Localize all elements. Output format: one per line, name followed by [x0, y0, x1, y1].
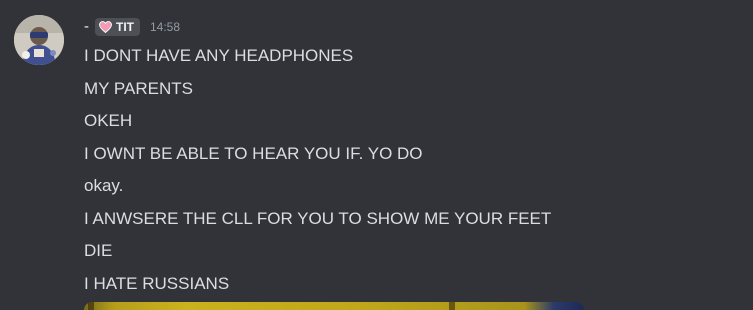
- message-text[interactable]: I OWNT BE ABLE TO HEAR YOU IF. YO DO: [84, 138, 551, 171]
- timestamp: 14:58: [150, 20, 181, 34]
- message-text[interactable]: OKEH: [84, 105, 551, 138]
- message-text[interactable]: I HATE RUSSIANS: [84, 268, 551, 301]
- chat-message-group: - TIT 14:58 I DONT HAVE ANY HEADPHONES M…: [0, 0, 753, 310]
- message-header: - TIT 14:58: [84, 17, 180, 37]
- message-text[interactable]: I ANWSERE THE CLL FOR YOU TO SHOW ME YOU…: [84, 203, 551, 236]
- message-text[interactable]: I DONT HAVE ANY HEADPHONES: [84, 40, 551, 73]
- avatar-image: [14, 15, 64, 65]
- message-list: I DONT HAVE ANY HEADPHONES MY PARENTS OK…: [84, 40, 551, 300]
- server-tag-label: TIT: [116, 20, 134, 34]
- message-text[interactable]: DIE: [84, 235, 551, 268]
- message-text[interactable]: MY PARENTS: [84, 73, 551, 106]
- heart-icon: [99, 21, 112, 33]
- username[interactable]: -: [84, 17, 89, 37]
- image-attachment[interactable]: [84, 302, 584, 310]
- server-tag-badge[interactable]: TIT: [95, 18, 140, 36]
- image-attachment-detail: [88, 302, 94, 310]
- avatar[interactable]: [14, 15, 64, 65]
- image-attachment-detail: [449, 302, 455, 310]
- message-text[interactable]: okay.: [84, 170, 551, 203]
